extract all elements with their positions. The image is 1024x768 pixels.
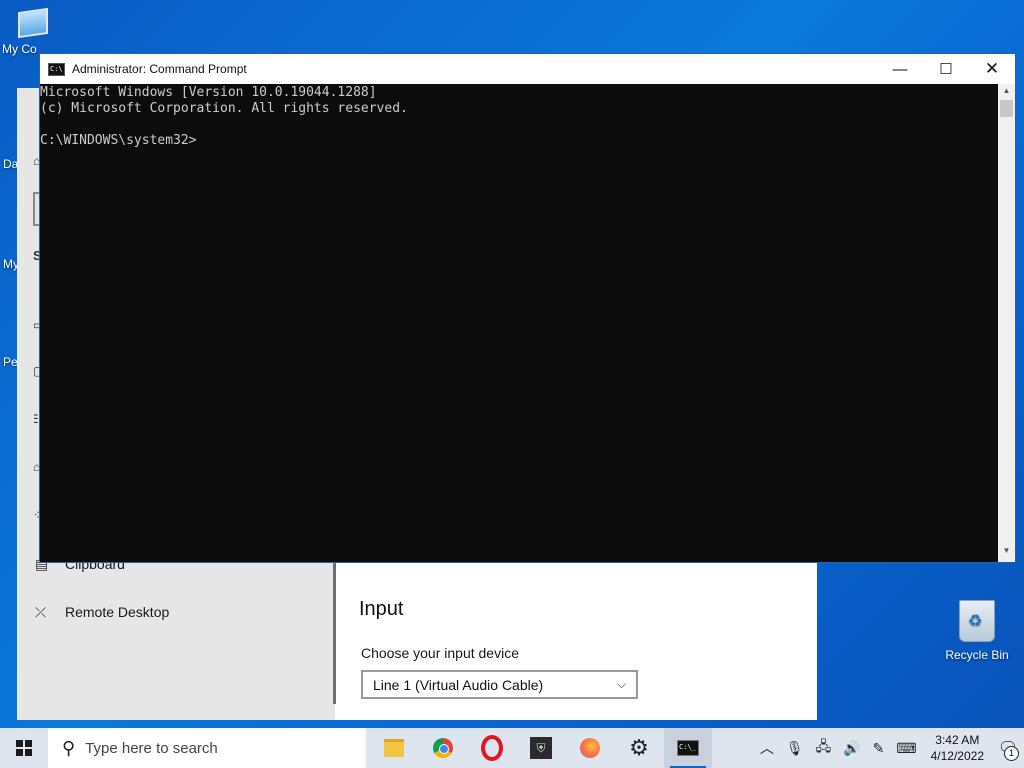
- search-icon: ⚲: [62, 737, 76, 758]
- pen-icon[interactable]: ✎: [873, 740, 885, 757]
- minimize-icon: —: [892, 60, 908, 78]
- gear-icon: ⚙: [629, 735, 649, 760]
- monitor-icon: [18, 7, 48, 39]
- network-icon[interactable]: 🖧: [816, 736, 832, 760]
- desktop-icon-label: Recycle Bin: [945, 648, 1009, 662]
- console-line: (c) Microsoft Corporation. All rights re…: [40, 101, 408, 116]
- shield-app-icon: ⛨: [530, 737, 552, 759]
- chrome-icon: [433, 738, 453, 758]
- console-line: Microsoft Windows [Version 10.0.19044.12…: [40, 85, 377, 100]
- desktop-icon-my-computer[interactable]: My Co: [2, 7, 62, 56]
- start-button[interactable]: [0, 728, 48, 768]
- chevron-down-icon: ⌵: [616, 677, 626, 691]
- console-prompt: C:\WINDOWS\system32>: [40, 133, 197, 148]
- taskbar-app-file-explorer[interactable]: [370, 728, 418, 768]
- firefox-icon: [580, 738, 600, 758]
- system-tray: ︿ 🎙 🖧 🔊 ✎ ⌨ 3:42 AM 4/12/2022 🗨 1: [754, 728, 1024, 768]
- taskbar-app-settings[interactable]: ⚙: [615, 728, 663, 768]
- folder-icon: [384, 739, 404, 757]
- taskbar-app-shield[interactable]: ⛨: [517, 728, 565, 768]
- section-title: Input: [359, 598, 404, 620]
- maximize-button[interactable]: ☐: [923, 54, 969, 84]
- microphone-icon[interactable]: 🎙: [786, 740, 804, 757]
- recycle-bin-icon: [959, 600, 995, 642]
- windows-logo-icon: [16, 740, 32, 756]
- desktop-icon-recycle-bin[interactable]: Recycle Bin: [942, 600, 1012, 662]
- taskbar-app-chrome[interactable]: [419, 728, 467, 768]
- keyboard-icon[interactable]: ⌨: [896, 740, 916, 757]
- scroll-down-arrow-icon[interactable]: ▼: [998, 546, 1015, 560]
- desktop-icon-4[interactable]: Pe: [3, 355, 18, 369]
- scroll-up-arrow-icon[interactable]: ▲: [998, 86, 1015, 100]
- scroll-thumb[interactable]: [1000, 100, 1013, 117]
- chevron-up-icon[interactable]: ︿: [760, 738, 774, 758]
- taskbar-app-opera[interactable]: [468, 728, 516, 768]
- clock-date: 4/12/2022: [930, 749, 984, 763]
- cmd-icon: C:\_: [677, 740, 699, 756]
- sidebar-item-remote-desktop[interactable]: ⤫ Remote Desktop: [35, 604, 169, 620]
- close-icon: ✕: [984, 59, 1000, 78]
- remote-desktop-icon: ⤫: [35, 604, 47, 620]
- clock-time: 3:42 AM: [935, 733, 980, 747]
- window-title: Administrator: Command Prompt: [72, 62, 247, 76]
- close-button[interactable]: ✕: [969, 54, 1015, 84]
- window-titlebar[interactable]: C:\ Administrator: Command Prompt — ☐ ✕: [40, 54, 1015, 84]
- volume-icon[interactable]: 🔊: [843, 740, 860, 757]
- opera-icon: [481, 735, 503, 761]
- taskbar-search-box[interactable]: ⚲ Type here to search: [48, 728, 366, 768]
- sidebar-item-label: Remote Desktop: [65, 604, 170, 620]
- vertical-scrollbar[interactable]: ▲ ▼: [998, 84, 1015, 562]
- taskbar-app-firefox[interactable]: [566, 728, 614, 768]
- command-prompt-window[interactable]: C:\ Administrator: Command Prompt — ☐ ✕ …: [39, 53, 1016, 563]
- maximize-icon: ☐: [939, 61, 953, 78]
- action-center-button[interactable]: 🗨 1: [992, 728, 1024, 768]
- taskbar-clock[interactable]: 3:42 AM 4/12/2022: [931, 732, 984, 764]
- desktop-icon-label: Pe: [3, 355, 18, 369]
- input-device-dropdown[interactable]: Line 1 (Virtual Audio Cable) ⌵: [361, 670, 638, 699]
- taskbar-app-command-prompt[interactable]: C:\_: [664, 728, 712, 768]
- minimize-button[interactable]: —: [877, 54, 923, 84]
- console-output[interactable]: Microsoft Windows [Version 10.0.19044.12…: [40, 84, 998, 562]
- taskbar: ⚲ Type here to search ⛨ ⚙ C:\_ ︿ 🎙 🖧 🔊 ✎…: [0, 728, 1024, 768]
- cmd-app-icon: C:\: [48, 62, 65, 76]
- input-device-label: Choose your input device: [361, 645, 519, 661]
- notification-count-badge: 1: [1004, 746, 1019, 761]
- search-placeholder: Type here to search: [85, 739, 218, 757]
- sidebar-scrollbar[interactable]: [333, 558, 336, 704]
- dropdown-value: Line 1 (Virtual Audio Cable): [373, 676, 544, 693]
